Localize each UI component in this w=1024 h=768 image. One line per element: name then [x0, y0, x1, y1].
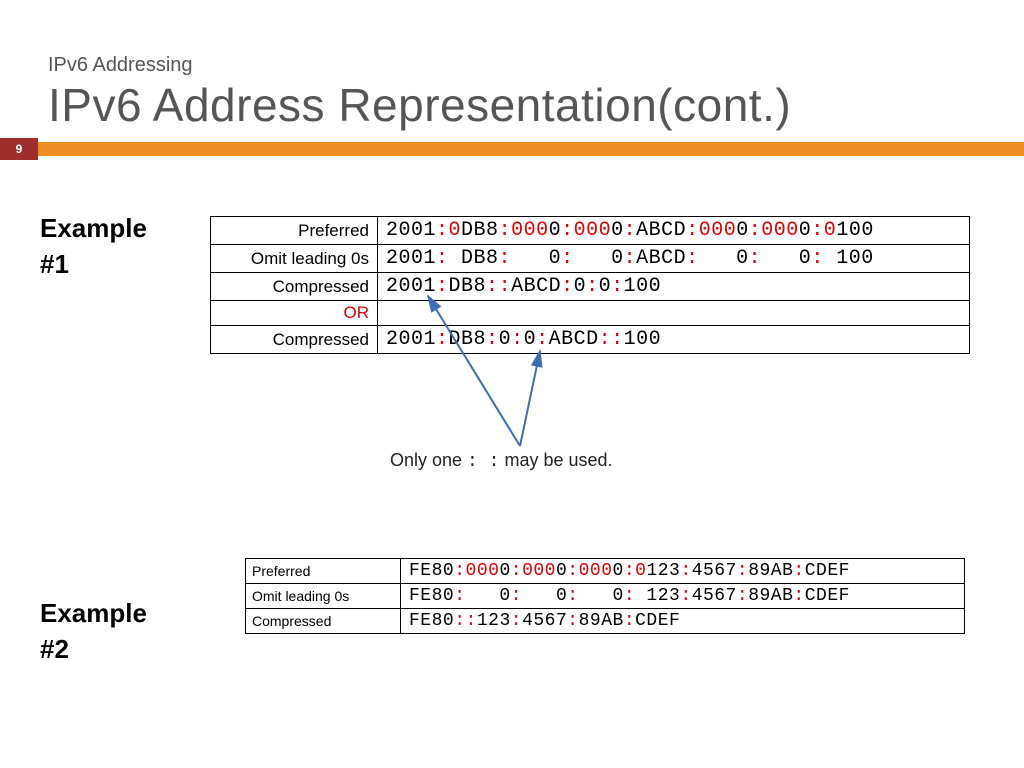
accent-bar: 9	[0, 142, 1024, 156]
example-1-label-line1: Example	[40, 213, 147, 243]
example-1-label: Example #1	[40, 210, 147, 283]
row2-value-compressed: FE80::123:4567:89AB:CDEF	[401, 609, 965, 634]
example-2-label-line1: Example	[40, 598, 147, 628]
slide-topic: IPv6 Addressing	[48, 54, 193, 77]
row-value-omit: 2001: DB8: 0: 0:ABCD: 0: 0: 100	[378, 245, 970, 273]
example-2-label: Example #2	[40, 595, 147, 668]
row2-value-omit: FE80: 0: 0: 0: 123:4567:89AB:CDEF	[401, 584, 965, 609]
example-1-table: Preferred 2001:0DB8:0000:0000:ABCD:0000:…	[210, 216, 970, 354]
footnote-post: may be used.	[499, 450, 612, 470]
row-label-compressed-a: Compressed	[211, 273, 378, 301]
row-label-preferred: Preferred	[211, 217, 378, 245]
row2-value-preferred: FE80:0000:0000:0000:0123:4567:89AB:CDEF	[401, 559, 965, 584]
row2-label-compressed: Compressed	[246, 609, 401, 634]
row2-label-preferred: Preferred	[246, 559, 401, 584]
slide-title: IPv6 Address Representation(cont.)	[48, 78, 791, 132]
row-label-or: OR	[211, 301, 378, 326]
footnote-only-one: Only one : : may be used.	[390, 450, 613, 472]
example-1-label-line2: #1	[40, 249, 69, 279]
page-number-badge: 9	[0, 138, 38, 160]
row-value-compressed-a: 2001:DB8::ABCD:0:0:100	[378, 273, 970, 301]
example-2-table: Preferred FE80:0000:0000:0000:0123:4567:…	[245, 558, 965, 634]
row-value-or-empty	[378, 301, 970, 326]
row-label-omit: Omit leading 0s	[211, 245, 378, 273]
row-value-preferred: 2001:0DB8:0000:0000:ABCD:0000:0000:0100	[378, 217, 970, 245]
row-label-compressed-b: Compressed	[211, 326, 378, 354]
row-value-compressed-b: 2001:DB8:0:0:ABCD::100	[378, 326, 970, 354]
example-2-label-line2: #2	[40, 634, 69, 664]
footnote-mono: : :	[467, 452, 499, 472]
row2-label-omit: Omit leading 0s	[246, 584, 401, 609]
accent-bar-fill	[38, 142, 1024, 156]
footnote-pre: Only one	[390, 450, 467, 470]
